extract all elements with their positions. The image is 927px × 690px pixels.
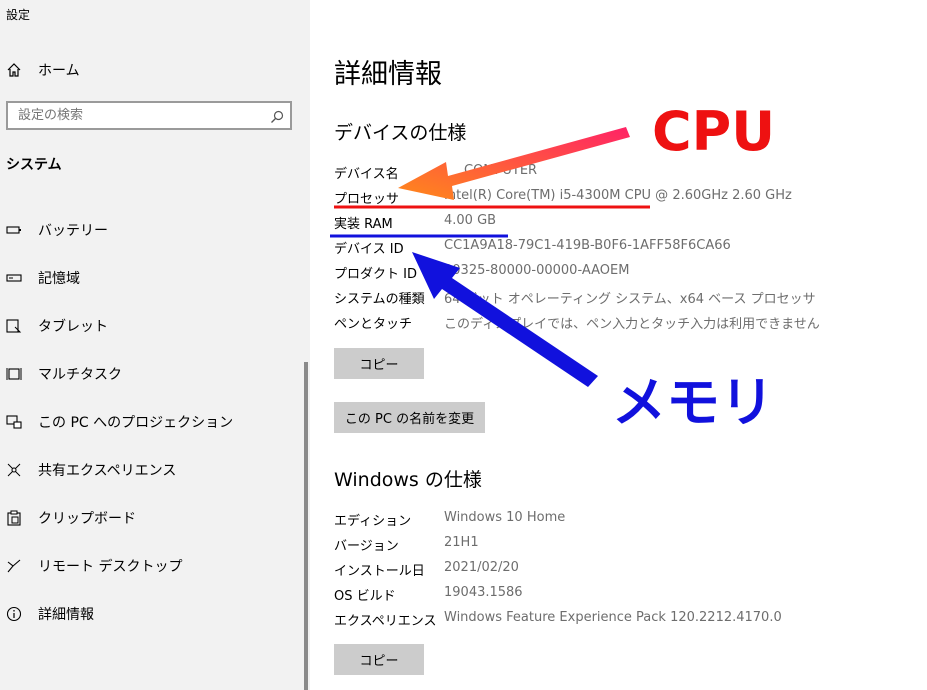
info-icon bbox=[6, 606, 22, 622]
remote-desktop-icon bbox=[6, 558, 22, 574]
spec-value: Windows Feature Experience Pack 120.2212… bbox=[444, 610, 782, 625]
spec-row: インストール日 2021/02/20 bbox=[334, 560, 519, 582]
spec-row: プロダクト ID 00325-80000-00000-AAOEM bbox=[334, 263, 629, 285]
battery-icon bbox=[6, 222, 22, 238]
tablet-icon bbox=[6, 318, 22, 334]
page-title: 詳細情報 bbox=[334, 59, 442, 90]
sidebar-item-label: この PC へのプロジェクション bbox=[38, 415, 234, 431]
spec-value: 00325-80000-00000-AAOEM bbox=[444, 263, 630, 278]
home-icon bbox=[6, 62, 22, 78]
spec-value: Windows 10 Home bbox=[444, 510, 566, 525]
rename-pc-button[interactable]: この PC の名前を変更 bbox=[334, 402, 485, 433]
spec-value: CC1A9A18-79C1-419B-B0F6-1AFF58F6CA66 bbox=[444, 238, 731, 253]
spec-value: 21H1 bbox=[444, 535, 479, 550]
search-box[interactable] bbox=[6, 101, 292, 130]
spec-key: システムの種類 bbox=[334, 292, 425, 307]
sidebar-item-about[interactable]: 詳細情報 bbox=[0, 590, 300, 638]
sidebar-item-remote-desktop[interactable]: リモート デスクトップ bbox=[0, 542, 300, 590]
spec-row: エクスペリエンス Windows Feature Experience Pack… bbox=[334, 610, 782, 632]
sidebar-item-label: バッテリー bbox=[38, 223, 108, 239]
spec-key: エクスペリエンス bbox=[334, 614, 437, 629]
spec-key: インストール日 bbox=[334, 564, 425, 579]
spec-value: COMPUTER bbox=[464, 163, 538, 178]
projection-icon bbox=[6, 414, 22, 430]
multitasking-icon bbox=[6, 366, 22, 382]
copy-windows-specs-button[interactable]: コピー bbox=[334, 644, 424, 675]
sidebar-item-tablet[interactable]: タブレット bbox=[0, 302, 300, 350]
spec-key: OS ビルド bbox=[334, 589, 396, 604]
spec-value: このディスプレイでは、ペン入力とタッチ入力は利用できません bbox=[444, 317, 820, 332]
sidebar-item-storage[interactable]: 記憶域 bbox=[0, 254, 300, 302]
memory-annotation-label: メモリ bbox=[612, 371, 774, 434]
windows-specs-heading: Windows の仕様 bbox=[334, 469, 482, 491]
spec-row: 実装 RAM 4.00 GB bbox=[334, 213, 496, 235]
spec-key: ペンとタッチ bbox=[334, 317, 413, 332]
sidebar-item-label: リモート デスクトップ bbox=[38, 559, 183, 575]
spec-key: 実装 RAM bbox=[334, 217, 393, 232]
sidebar-item-label: マルチタスク bbox=[38, 367, 122, 383]
sidebar-item-label: 記憶域 bbox=[38, 271, 80, 287]
spec-value: Intel(R) Core(TM) i5-4300M CPU @ 2.60GHz… bbox=[444, 188, 792, 203]
search-icon[interactable] bbox=[270, 109, 284, 123]
shared-experiences-icon bbox=[6, 462, 22, 478]
search-input[interactable] bbox=[8, 103, 268, 128]
spec-row: OS ビルド 19043.1586 bbox=[334, 585, 523, 607]
main-content: 詳細情報 デバイスの仕様 デバイス名 COMPUTER プロセッサ Intel(… bbox=[334, 0, 927, 690]
section-heading: システム bbox=[6, 157, 62, 173]
sidebar-item-multitasking[interactable]: マルチタスク bbox=[0, 350, 300, 398]
spec-key: デバイス ID bbox=[334, 242, 404, 257]
spec-key: エディション bbox=[334, 514, 412, 529]
spec-value: 4.00 GB bbox=[444, 213, 497, 228]
clipboard-icon bbox=[6, 510, 22, 526]
sidebar-item-clipboard[interactable]: クリップボード bbox=[0, 494, 300, 542]
spec-key: プロセッサ bbox=[334, 192, 400, 207]
spec-row: バージョン 21H1 bbox=[334, 535, 479, 557]
spec-row: デバイス ID CC1A9A18-79C1-419B-B0F6-1AFF58F6… bbox=[334, 238, 731, 260]
spec-row: エディション Windows 10 Home bbox=[334, 510, 565, 532]
sidebar-item-shared-experiences[interactable]: 共有エクスペリエンス bbox=[0, 446, 300, 494]
spec-key: バージョン bbox=[334, 539, 399, 554]
sidebar-item-projection[interactable]: この PC へのプロジェクション bbox=[0, 398, 300, 446]
sidebar-item-label: クリップボード bbox=[38, 511, 136, 527]
spec-key: プロダクト ID bbox=[334, 267, 417, 282]
cpu-annotation-label: CPU bbox=[652, 100, 776, 163]
device-specs-heading: デバイスの仕様 bbox=[334, 122, 467, 144]
sidebar-scrollbar[interactable] bbox=[304, 362, 308, 690]
sidebar: 設定 ホーム システム バッテリー 記憶域 タブレット マルチタスク bbox=[0, 0, 310, 690]
spec-value: 2021/02/20 bbox=[444, 560, 519, 575]
spec-row: デバイス名 COMPUTER bbox=[334, 163, 537, 185]
sidebar-item-label: 詳細情報 bbox=[38, 607, 94, 623]
spec-row: ペンとタッチ このディスプレイでは、ペン入力とタッチ入力は利用できません bbox=[334, 313, 820, 335]
storage-icon bbox=[6, 270, 22, 286]
copy-device-specs-button[interactable]: コピー bbox=[334, 348, 424, 379]
home-nav-item[interactable]: ホーム bbox=[6, 60, 80, 80]
home-label: ホーム bbox=[38, 63, 80, 79]
sidebar-item-label: タブレット bbox=[38, 319, 108, 335]
spec-key: デバイス名 bbox=[334, 167, 399, 182]
sidebar-item-label: 共有エクスペリエンス bbox=[38, 463, 177, 479]
spec-row: システムの種類 64 ビット オペレーティング システム、x64 ベース プロセ… bbox=[334, 288, 816, 310]
spec-row: プロセッサ Intel(R) Core(TM) i5-4300M CPU @ 2… bbox=[334, 188, 792, 210]
app-title: 設定 bbox=[6, 8, 31, 22]
sidebar-item-battery[interactable]: バッテリー bbox=[0, 206, 300, 254]
spec-value: 64 ビット オペレーティング システム、x64 ベース プロセッサ bbox=[444, 292, 816, 307]
spec-value: 19043.1586 bbox=[444, 585, 523, 600]
sidebar-nav: バッテリー 記憶域 タブレット マルチタスク この PC へのプロジェクション … bbox=[0, 206, 300, 638]
